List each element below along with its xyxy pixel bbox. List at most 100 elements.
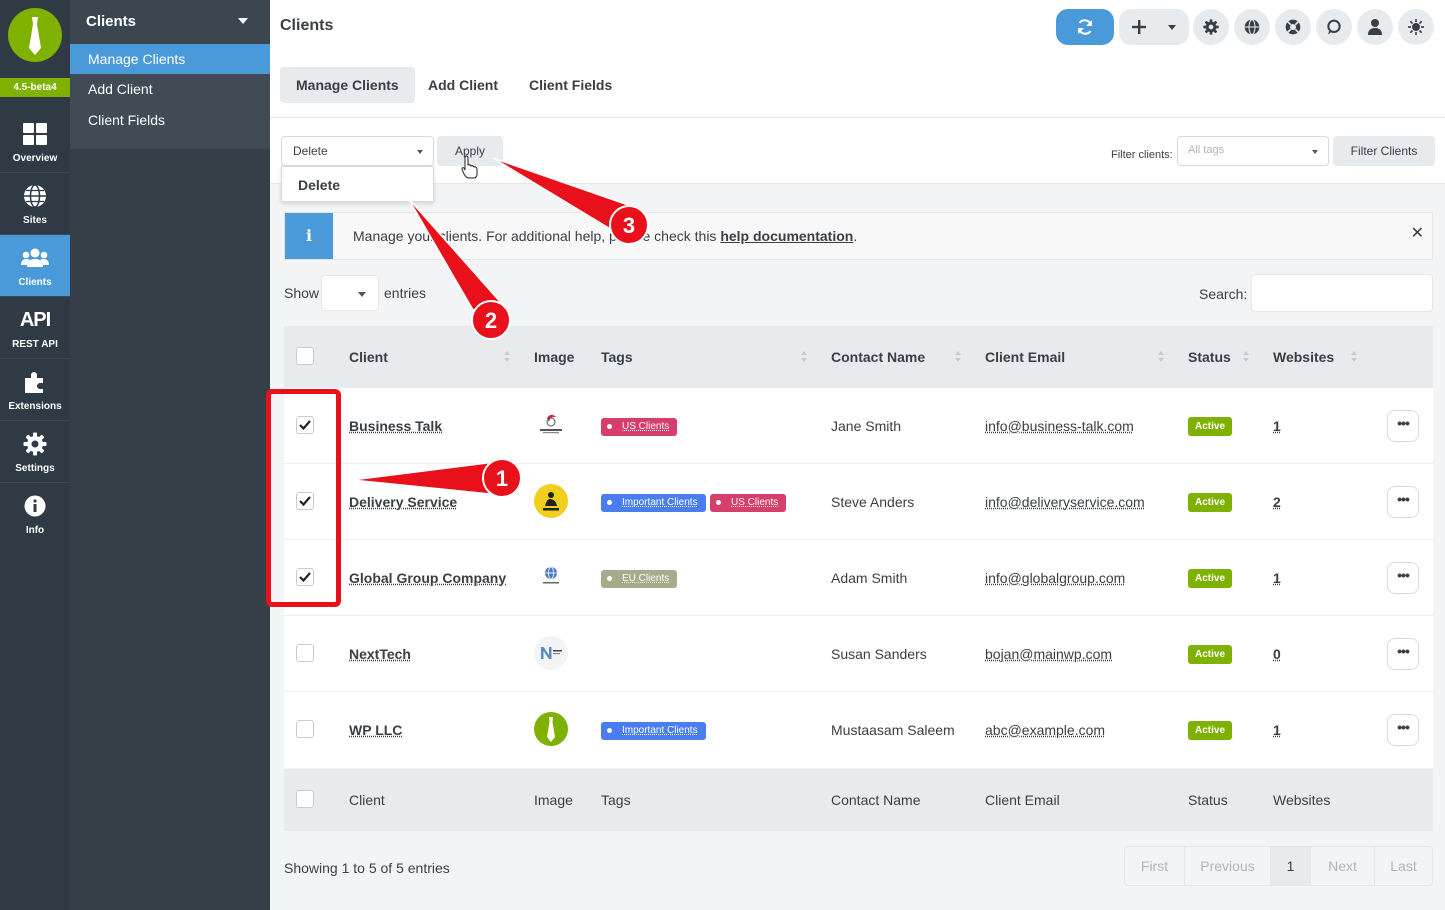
- globe-icon: [0, 183, 70, 209]
- client-logo-image: [534, 712, 568, 746]
- row-actions-button[interactable]: •••: [1387, 410, 1419, 442]
- column-header-client-email[interactable]: Client Email: [985, 349, 1065, 365]
- row-actions-button[interactable]: •••: [1387, 562, 1419, 594]
- settings-button[interactable]: [1193, 9, 1229, 45]
- client-logo-image: [534, 484, 568, 518]
- bulk-action-select[interactable]: Delete: [281, 136, 434, 166]
- column-header-tags[interactable]: Tags: [601, 349, 633, 365]
- table-row: NextTech Susan Sanders bojan@mainwp.com …: [284, 616, 1433, 692]
- tab-client-fields[interactable]: Client Fields: [513, 67, 628, 103]
- client-logo-image: [534, 408, 568, 442]
- pagination-first[interactable]: First: [1125, 847, 1185, 885]
- icon-rail: 4.5-beta4 Overview Sites Clients API RES…: [0, 0, 70, 910]
- websites-count-link[interactable]: 2: [1273, 494, 1281, 510]
- pagination-last[interactable]: Last: [1375, 847, 1432, 885]
- theme-button[interactable]: [1398, 9, 1434, 45]
- tag-eu-clients[interactable]: EU Clients: [601, 570, 678, 588]
- sites-button[interactable]: [1234, 9, 1270, 45]
- chevron-down-icon: [1168, 24, 1176, 30]
- submenu-header[interactable]: Clients: [70, 0, 270, 44]
- tabs-row: Manage Clients Add Client Client Fields: [270, 54, 1445, 118]
- footer-column-client: Client: [349, 792, 385, 808]
- submenu-list: Manage Clients Add Client Client Fields: [70, 44, 270, 149]
- user-button[interactable]: [1357, 9, 1393, 45]
- version-badge: 4.5-beta4: [0, 78, 70, 97]
- chat-button[interactable]: [1316, 9, 1352, 45]
- search-input[interactable]: [1251, 274, 1433, 312]
- pagination-previous[interactable]: Previous: [1185, 847, 1271, 885]
- websites-count-link[interactable]: 1: [1273, 722, 1281, 738]
- chat-icon: [1327, 19, 1341, 35]
- theme-icon: [1408, 19, 1424, 35]
- client-email-link[interactable]: bojan@mainwp.com: [985, 646, 1112, 662]
- rail-item-clients[interactable]: Clients: [0, 235, 70, 297]
- tag-important-clients[interactable]: Important Clients: [601, 494, 706, 512]
- client-email-link[interactable]: abc@example.com: [985, 722, 1105, 738]
- tab-manage-clients[interactable]: Manage Clients: [280, 67, 415, 103]
- sort-icon: [801, 351, 807, 363]
- rail-item-rest-api[interactable]: API REST API: [0, 297, 70, 359]
- search-label: Search:: [1199, 286, 1248, 302]
- row-checkbox[interactable]: [296, 644, 314, 662]
- submenu-item-manage-clients[interactable]: Manage Clients: [70, 44, 270, 74]
- client-email-link[interactable]: info@deliveryservice.com: [985, 494, 1145, 510]
- client-name-link[interactable]: Business Talk: [349, 418, 442, 434]
- client-name-link[interactable]: Delivery Service: [349, 494, 457, 510]
- table-footer: Client Image Tags Contact Name Client Em…: [284, 769, 1433, 831]
- submenu-item-client-fields[interactable]: Client Fields: [70, 105, 270, 135]
- filter-clients-button[interactable]: Filter Clients: [1333, 136, 1435, 166]
- message-text: Manage your clients. For additional help…: [353, 228, 721, 244]
- sync-button[interactable]: [1056, 9, 1114, 45]
- submenu-panel: Clients Manage Clients Add Client Client…: [70, 0, 270, 910]
- entries-per-page-select[interactable]: [321, 275, 379, 311]
- bulk-action-option-delete[interactable]: Delete: [281, 166, 434, 202]
- rail-item-info[interactable]: Info: [0, 483, 70, 545]
- websites-count-link[interactable]: 0: [1273, 646, 1281, 662]
- close-icon[interactable]: ✕: [1411, 223, 1424, 243]
- status-badge: Active: [1188, 569, 1233, 588]
- footer-column-tags: Tags: [601, 792, 631, 808]
- websites-count-link[interactable]: 1: [1273, 570, 1281, 586]
- client-name-link[interactable]: Global Group Company: [349, 570, 506, 586]
- rail-item-extensions[interactable]: Extensions: [0, 359, 70, 421]
- rail-label: REST API: [12, 339, 58, 350]
- client-email-link[interactable]: info@business-talk.com: [985, 418, 1134, 434]
- column-header-status[interactable]: Status: [1188, 349, 1231, 365]
- tags-filter-select[interactable]: All tags: [1177, 136, 1329, 166]
- entries-summary: Showing 1 to 5 of 5 entries: [284, 860, 450, 876]
- rail-label: Extensions: [8, 401, 62, 412]
- column-header-client[interactable]: Client: [349, 349, 388, 365]
- apply-button[interactable]: Apply: [437, 136, 503, 166]
- row-checkbox[interactable]: [296, 720, 314, 738]
- help-documentation-link[interactable]: help documentation: [720, 228, 853, 244]
- entries-label: entries: [384, 285, 427, 301]
- client-name-link[interactable]: NextTech: [349, 646, 411, 662]
- row-actions-button[interactable]: •••: [1387, 486, 1419, 518]
- tag-us-clients[interactable]: US Clients: [710, 494, 787, 512]
- pagination-page-1[interactable]: 1: [1271, 847, 1311, 885]
- mainwp-logo[interactable]: [8, 8, 62, 62]
- tab-add-client[interactable]: Add Client: [412, 67, 514, 103]
- client-name-link[interactable]: WP LLC: [349, 722, 402, 738]
- rail-item-settings[interactable]: Settings: [0, 421, 70, 483]
- gear-icon: [0, 431, 70, 457]
- client-email-link[interactable]: info@globalgroup.com: [985, 570, 1125, 586]
- bulk-action-value: Delete: [293, 144, 328, 158]
- column-header-contact-name[interactable]: Contact Name: [831, 349, 925, 365]
- websites-count-link[interactable]: 1: [1273, 418, 1281, 434]
- tag-us-clients[interactable]: US Clients: [601, 418, 678, 436]
- tag-important-clients[interactable]: Important Clients: [601, 722, 706, 740]
- row-actions-button[interactable]: •••: [1387, 714, 1419, 746]
- select-all-checkbox[interactable]: [296, 790, 314, 808]
- select-all-checkbox[interactable]: [296, 347, 314, 365]
- support-button[interactable]: [1275, 9, 1311, 45]
- column-header-websites[interactable]: Websites: [1273, 349, 1334, 365]
- add-new-button[interactable]: [1119, 9, 1189, 45]
- rail-label: Info: [25, 525, 45, 536]
- rail-item-overview[interactable]: Overview: [0, 111, 70, 173]
- pagination-next[interactable]: Next: [1311, 847, 1375, 885]
- sync-icon: [1078, 19, 1092, 35]
- row-actions-button[interactable]: •••: [1387, 638, 1419, 670]
- submenu-item-add-client[interactable]: Add Client: [70, 74, 270, 104]
- rail-item-sites[interactable]: Sites: [0, 173, 70, 235]
